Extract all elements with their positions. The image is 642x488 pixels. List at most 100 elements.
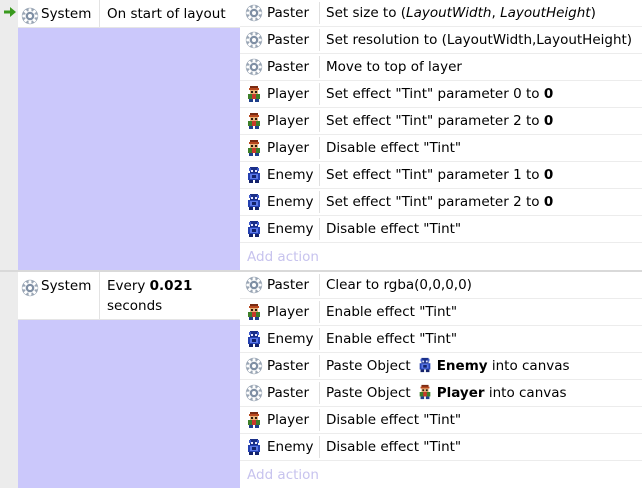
player-sprite-icon (245, 411, 263, 429)
action-row[interactable]: Paster Clear to rgba(0,0,0,0) (240, 272, 642, 299)
action-text: Paste Object Enemy into canvas (326, 357, 570, 374)
action-text: Disable effect "Tint" (326, 439, 462, 455)
event-block-2[interactable]: System Every 0.021 seconds Paster Clear t… (0, 272, 642, 488)
enemy-sprite-icon (245, 220, 263, 238)
action-row[interactable]: Paster Set size to (LayoutWidth, LayoutH… (240, 0, 642, 27)
action-row[interactable]: Paster Set resolution to (LayoutWidth,La… (240, 27, 642, 54)
action-object-label: Player (267, 86, 310, 102)
action-object-label: Player (267, 140, 310, 156)
action-object-label: Enemy (267, 439, 314, 455)
gear-icon (245, 4, 263, 22)
player-sprite-icon (245, 139, 263, 157)
add-action-label: Add action (247, 467, 319, 483)
condition-text: On start of layout (107, 6, 226, 22)
action-text: Disable effect "Tint" (326, 140, 462, 156)
action-object-label: Paster (267, 59, 309, 75)
action-object-label: Enemy (267, 331, 314, 347)
action-text: Move to top of layer (326, 59, 462, 75)
action-row[interactable]: Enemy Enable effect "Tint" (240, 326, 642, 353)
gear-icon (245, 384, 263, 402)
player-sprite-icon (245, 85, 263, 103)
player-sprite-icon (245, 303, 263, 321)
add-action-label: Add action (247, 249, 319, 265)
action-object-label: Enemy (267, 167, 314, 183)
condition-object: System (18, 0, 100, 27)
action-object-label: Paster (267, 5, 309, 21)
add-action-button[interactable]: Add action (240, 243, 642, 270)
action-object-label: Enemy (267, 221, 314, 237)
gear-icon (21, 7, 39, 25)
divider (319, 137, 320, 159)
event-sheet: System On start of layout Paster Set siz… (0, 0, 642, 488)
divider (319, 110, 320, 132)
action-object-label: Paster (267, 385, 309, 401)
condition-object-label: System (41, 6, 92, 22)
condition-row[interactable]: System On start of layout (18, 0, 240, 28)
action-row[interactable]: Enemy Disable effect "Tint" (240, 434, 642, 461)
action-text: Enable effect "Tint" (326, 331, 458, 347)
action-row[interactable]: Player Enable effect "Tint" (240, 299, 642, 326)
divider (319, 274, 320, 296)
gear-icon (245, 31, 263, 49)
divider (319, 56, 320, 78)
condition-area[interactable] (18, 0, 240, 270)
action-text: Set effect "Tint" parameter 1 to 0 (326, 167, 554, 183)
action-text: Set effect "Tint" parameter 0 to 0 (326, 86, 554, 102)
action-row[interactable]: Paster Paste Object Enemy into canvas (240, 353, 642, 380)
action-object-label: Player (267, 412, 310, 428)
action-row[interactable]: Enemy Set effect "Tint" parameter 2 to 0 (240, 189, 642, 216)
action-text: Clear to rgba(0,0,0,0) (326, 277, 472, 293)
condition-object: System (18, 272, 100, 319)
event-block-1[interactable]: System On start of layout Paster Set siz… (0, 0, 642, 270)
action-row[interactable]: Enemy Set effect "Tint" parameter 1 to 0 (240, 162, 642, 189)
action-text: Enable effect "Tint" (326, 304, 458, 320)
action-row[interactable]: Enemy Disable effect "Tint" (240, 216, 642, 243)
divider (319, 436, 320, 458)
action-object-label: Paster (267, 32, 309, 48)
action-text: Paste Object Player into canvas (326, 384, 567, 401)
divider (319, 218, 320, 240)
divider (319, 355, 320, 377)
action-text: Set effect "Tint" parameter 2 to 0 (326, 194, 554, 210)
action-row[interactable]: Player Set effect "Tint" parameter 2 to … (240, 108, 642, 135)
action-row[interactable]: Player Disable effect "Tint" (240, 407, 642, 434)
action-text: Set effect "Tint" parameter 2 to 0 (326, 113, 554, 129)
condition-row[interactable]: System Every 0.021 seconds (18, 272, 240, 320)
gear-icon (21, 279, 39, 297)
divider (319, 29, 320, 51)
action-object-label: Paster (267, 277, 309, 293)
gear-icon (245, 276, 263, 294)
add-action-button[interactable]: Add action (240, 461, 642, 488)
divider (319, 301, 320, 323)
action-row[interactable]: Paster Move to top of layer (240, 54, 642, 81)
action-object-label: Paster (267, 358, 309, 374)
action-object-label: Player (267, 113, 310, 129)
gear-icon (245, 357, 263, 375)
divider (319, 191, 320, 213)
enemy-sprite-icon (245, 193, 263, 211)
enemy-sprite-icon (245, 330, 263, 348)
trigger-arrow-icon (4, 7, 16, 17)
action-row[interactable]: Player Set effect "Tint" parameter 0 to … (240, 81, 642, 108)
divider (319, 2, 320, 24)
gear-icon (245, 58, 263, 76)
player-sprite-icon (245, 112, 263, 130)
action-row[interactable]: Paster Paste Object Player into canvas (240, 380, 642, 407)
action-text: Set size to (LayoutWidth, LayoutHeight) (326, 5, 596, 21)
action-text: Disable effect "Tint" (326, 412, 462, 428)
condition-object-label: System (41, 278, 92, 294)
divider (319, 164, 320, 186)
divider (319, 382, 320, 404)
player-sprite-icon (417, 384, 433, 400)
action-object-label: Player (267, 304, 310, 320)
divider (319, 83, 320, 105)
action-object-label: Enemy (267, 194, 314, 210)
enemy-sprite-icon (245, 166, 263, 184)
action-row[interactable]: Player Disable effect "Tint" (240, 135, 642, 162)
enemy-sprite-icon (417, 357, 433, 373)
action-text: Disable effect "Tint" (326, 221, 462, 237)
divider (319, 328, 320, 350)
divider (319, 409, 320, 431)
condition-text: Every 0.021 seconds (107, 278, 193, 314)
action-text: Set resolution to (LayoutWidth,LayoutHei… (326, 32, 633, 48)
